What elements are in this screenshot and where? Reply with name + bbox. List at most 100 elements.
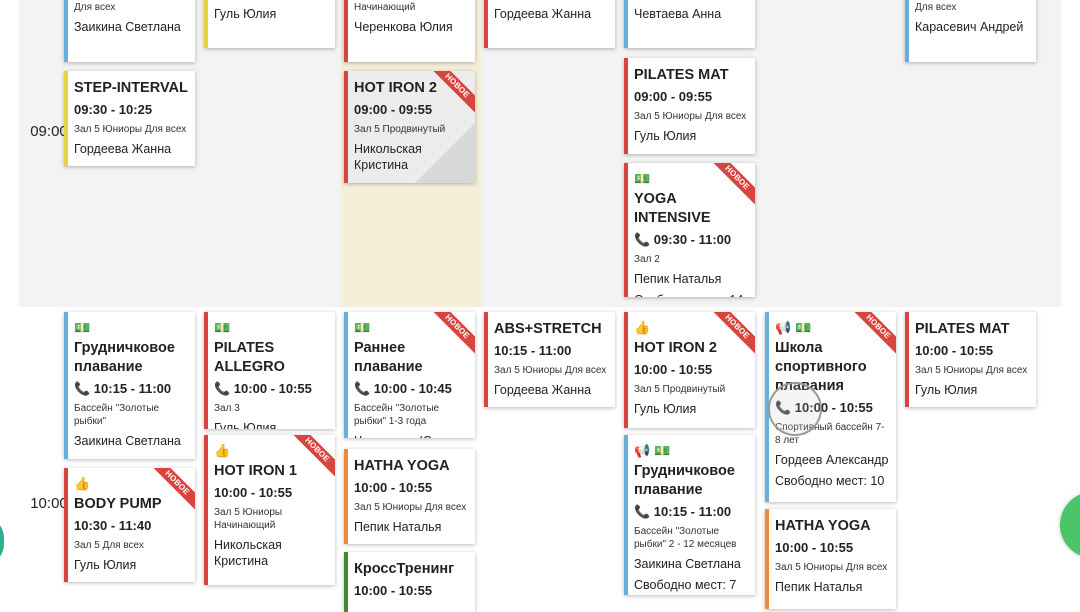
new-badge-label: НОВОЕ xyxy=(852,312,896,356)
cash-icon: 💵 xyxy=(634,171,651,186)
class-card[interactable]: Спортивный бассейн Для всех Заикина Светл… xyxy=(64,0,195,62)
class-hall: Спортивный бассейн xyxy=(634,0,749,1)
class-card[interactable]: 💵 PILATES ALLEGRO 📞 10:00 - 10:55 Зал 3 Гуль… xyxy=(204,312,335,429)
new-badge: НОВОЕ xyxy=(711,312,755,356)
class-card[interactable]: Зал 5 Продвинутый Гуль Юлия xyxy=(204,0,335,48)
class-card[interactable]: КроссТренинг 10:00 - 10:55 xyxy=(344,552,475,612)
day-column: Спортивный бассейн Начинающий Черенкова Ю… xyxy=(341,0,481,307)
class-hall: Бассейн "Золотые рыбки" 1-3 года xyxy=(354,403,440,427)
megaphone-icon: 📢 xyxy=(634,443,651,458)
class-card[interactable]: PILATES MAT 10:00 - 10:55 Зал 5 Юниоры Для… xyxy=(905,312,1036,407)
cash-icon: 💵 xyxy=(74,320,91,335)
new-badge: НОВОЕ xyxy=(431,71,475,115)
schedule-grid: 09:00 Спортивный бассейн Для всехЗаикина… xyxy=(0,0,1080,612)
class-hall: Зал 5 Для всех xyxy=(494,0,609,1)
trainer-name: Гуль Юлия xyxy=(634,402,697,416)
card-fold xyxy=(415,123,475,183)
trainer-name: Пепик Наталья xyxy=(354,520,442,534)
trainer-name: Карасевич Андрей xyxy=(915,20,1024,34)
class-card[interactable]: Спортивный бассейн Для всех Карасевич Анд… xyxy=(905,0,1036,62)
cash-icon: 💵 xyxy=(354,320,371,335)
trainer-name: Пепик Наталья xyxy=(634,272,722,286)
class-hall: Бассейн "Золотые рыбки" xyxy=(74,403,160,427)
new-badge-label: НОВОЕ xyxy=(151,468,195,512)
trainer-name: Пепик Наталья xyxy=(775,580,863,594)
class-hall: Зал 2 xyxy=(634,254,660,265)
day-column: ABS+STRETCH 10:15 - 11:00 Зал 5 Юниоры Для… xyxy=(481,307,621,589)
trainer-name: Заикина Светлана xyxy=(74,434,181,448)
class-time: 10:00 - 10:55 xyxy=(634,362,713,377)
new-badge: НОВОЕ xyxy=(431,312,475,356)
class-time: 10:00 - 10:55 xyxy=(775,540,854,555)
class-hall: Спортивный бассейн Для всех xyxy=(915,2,957,13)
class-title: PILATES MAT xyxy=(634,67,729,83)
trainer-name: Гордеева Жанна xyxy=(494,383,592,397)
class-card[interactable]: 📢 💵 Грудничковое плавание 📞 10:15 - 11:00 Ба… xyxy=(624,435,755,595)
class-card[interactable]: Спортивный бассейн Чевтаева Анна xyxy=(624,0,755,48)
trainer-name: Гордеев Александр xyxy=(775,453,889,467)
class-time: 📞 10:15 - 11:00 xyxy=(634,504,732,519)
class-hall: Зал 5 Для всех xyxy=(74,540,144,551)
class-card[interactable]: HOT IRON 2 09:00 - 09:55 Зал 5 Продвинутый… xyxy=(344,71,475,183)
day-column xyxy=(762,0,902,307)
free-places: Свободно мест: 10 xyxy=(775,474,885,488)
class-title: STEP-INTERVAL xyxy=(74,80,188,96)
class-card[interactable]: PILATES MAT 09:00 - 09:55 Зал 5 Юниоры Для… xyxy=(624,58,755,154)
class-hall: Зал 5 Юниоры Начинающий xyxy=(214,507,283,531)
class-time: 📞 10:00 - 10:45 xyxy=(354,381,452,396)
class-time: 09:30 - 10:25 xyxy=(74,102,153,117)
class-card[interactable]: Спортивный бассейн Начинающий Черенкова Ю… xyxy=(344,0,475,62)
day-column: Спортивный бассейн Для всех Карасевич Анд… xyxy=(902,0,1042,307)
free-places: Свободно мест: 7 xyxy=(634,578,737,592)
trainer-name: Черенкова Юлия xyxy=(354,433,469,438)
touch-indicator xyxy=(768,382,822,436)
trainer-name: Гуль Юлия xyxy=(915,383,978,397)
trainer-name: Гордеева Жанна xyxy=(74,142,172,156)
cash-icon: 💵 xyxy=(795,320,812,335)
class-time: 10:00 - 10:55 xyxy=(354,583,433,598)
class-card[interactable]: HATHA YOGA 10:00 - 10:55 Зал 5 Юниоры Для … xyxy=(765,509,896,609)
class-hall: Зал 5 Юниоры Для всех xyxy=(775,562,888,573)
class-time: 📞 09:30 - 11:00 xyxy=(634,232,732,247)
class-card[interactable]: 💵 Грудничковое плавание 📞 10:15 - 11:00 Бас… xyxy=(64,312,195,459)
thumbs-up-icon: 👍 xyxy=(634,320,651,335)
day-column: 👍 HOT IRON 2 10:00 - 10:55 Зал 5 Продвинуты… xyxy=(621,307,761,595)
class-card[interactable]: 💵 YOGA INTENSIVE 📞 09:30 - 11:00 Зал 2 Пепик… xyxy=(624,163,755,297)
class-hall: Зал 5 Продвинутый xyxy=(634,384,726,395)
new-badge: НОВОЕ xyxy=(711,163,755,207)
class-time: 09:00 - 09:55 xyxy=(634,89,713,104)
trainer-name: Заикина Светлана xyxy=(634,557,741,571)
cash-icon: 💵 xyxy=(654,443,671,458)
trainer-name: Гуль Юлия xyxy=(74,558,137,572)
class-title: HATHA YOGA xyxy=(354,458,450,474)
class-title: ABS+STRETCH xyxy=(494,321,602,337)
class-hall: Спортивный бассейн Начинающий xyxy=(354,2,416,13)
thumbs-up-icon: 👍 xyxy=(74,476,91,491)
class-card[interactable]: 👍 HOT IRON 1 10:00 - 10:55 Зал 5 Юниоры Нач… xyxy=(204,435,335,585)
day-column: Зал 5 Для всех Гордеева Жанна xyxy=(481,0,621,307)
class-card[interactable]: Зал 5 Для всех Гордеева Жанна xyxy=(484,0,615,48)
class-hall: Зал 5 Юниоры Для всех xyxy=(494,365,607,376)
thumbs-up-icon: 👍 xyxy=(214,443,231,458)
megaphone-icon: 📢 xyxy=(775,320,792,335)
class-time: 10:00 - 10:55 xyxy=(915,343,994,358)
cash-icon: 💵 xyxy=(214,320,231,335)
trainer-name: Гуль Юлия xyxy=(214,421,277,429)
class-time: 10:00 - 10:55 xyxy=(214,485,293,500)
class-card[interactable]: ABS+STRETCH 10:15 - 11:00 Зал 5 Юниоры Для… xyxy=(484,312,615,407)
class-title: Грудничковое плавание xyxy=(634,463,735,498)
day-column: Спортивный бассейн Для всех Заикина Светл… xyxy=(61,0,201,307)
class-card[interactable]: HATHA YOGA 10:00 - 10:55 Зал 5 Юниоры Для … xyxy=(344,449,475,544)
class-card[interactable]: STEP-INTERVAL 09:30 - 10:25 Зал 5 Юниоры Д… xyxy=(64,71,195,166)
class-card[interactable]: 👍 HOT IRON 2 10:00 - 10:55 Зал 5 Продвинуты… xyxy=(624,312,755,428)
class-card[interactable]: 👍 BODY PUMP 10:30 - 11:40 Зал 5 Для всех Гул… xyxy=(64,468,195,582)
class-hall: Зал 5 Юниоры Для всех xyxy=(915,365,1028,376)
new-badge-label: НОВОЕ xyxy=(711,312,755,356)
day-column: Зал 5 Продвинутый Гуль Юлия xyxy=(201,0,341,307)
day-column: PILATES MAT 10:00 - 10:55 Зал 5 Юниоры Для… xyxy=(902,307,1042,589)
card-icons: 💵 xyxy=(74,320,189,336)
class-time: 10:00 - 10:55 xyxy=(354,480,433,495)
trainer-name: Чевтаева Анна xyxy=(634,7,722,21)
time-row-0900: 09:00 Спортивный бассейн Для всехЗаикина… xyxy=(19,0,1061,307)
class-card[interactable]: 💵 Раннее плавание 📞 10:00 - 10:45 Бассейн "… xyxy=(344,312,475,438)
